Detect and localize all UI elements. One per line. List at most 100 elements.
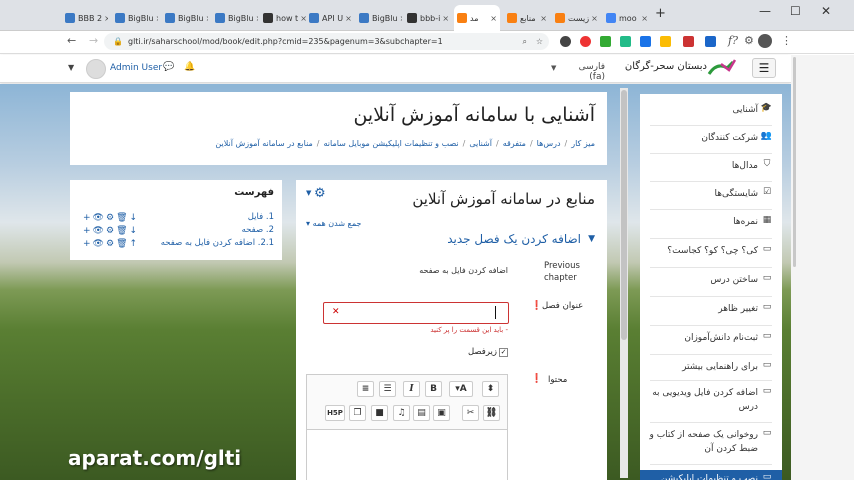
visibility-icon[interactable]: 👁 bbox=[93, 226, 104, 236]
breadcrumb-item[interactable]: درس‌ها bbox=[537, 139, 561, 148]
video-icon[interactable]: ■ bbox=[371, 405, 388, 421]
browser-tab[interactable]: BigBlu× bbox=[212, 7, 258, 29]
user-name[interactable]: Admin User bbox=[110, 63, 162, 73]
sidebar-item[interactable]: ▭ ساختن درس bbox=[642, 273, 772, 287]
browser-tab[interactable]: BigBlu× bbox=[112, 7, 158, 29]
tab-close-icon[interactable]: × bbox=[343, 14, 352, 23]
browser-tab[interactable]: bbb-i × bbox=[404, 7, 450, 29]
gear-chevron-icon[interactable]: ▼ bbox=[306, 189, 311, 197]
breadcrumb-item[interactable]: نصب و تنظیمات اپلیکیشن موبایل سامانه bbox=[323, 139, 458, 148]
language-chevron-icon[interactable]: ▼ bbox=[551, 64, 556, 72]
browser-tab[interactable]: BBB 2 × bbox=[62, 7, 108, 29]
maximize-icon[interactable]: ☐ bbox=[790, 4, 801, 18]
sidebar-item[interactable]: ▭ تغییر ظاهر bbox=[642, 302, 772, 316]
user-menu-chevron-icon[interactable]: ▼ bbox=[68, 63, 74, 72]
back-icon[interactable]: ← bbox=[67, 34, 76, 47]
bold-button[interactable]: B bbox=[425, 381, 442, 397]
edit-icon[interactable]: ⚙ bbox=[106, 226, 114, 236]
sidebar-item[interactable]: ▭ روخوانی یک صفحه از کتاب و ضبط کردن آن bbox=[642, 428, 772, 456]
text-color-button[interactable]: ▾A bbox=[449, 381, 473, 397]
extensions-puzzle-icon[interactable]: ⚙ bbox=[744, 34, 754, 47]
tab-close-icon[interactable]: × bbox=[398, 14, 402, 23]
browser-tab[interactable]: BigBlu× bbox=[356, 7, 402, 29]
delete-icon[interactable]: 🗑 bbox=[116, 213, 127, 223]
url-bar[interactable]: 🔒 glti.ir/saharschool/mod/book/edit.php?… bbox=[104, 33, 549, 50]
collapse-toolbar-icon[interactable]: ⬍ bbox=[482, 381, 499, 397]
language-selector[interactable]: فارسی (fa) bbox=[561, 62, 605, 82]
sidebar-item[interactable]: ▭ اضافه کردن فایل ویدیویی به درس bbox=[642, 386, 772, 414]
sidebar-item[interactable]: 🎓 آشنایی bbox=[642, 103, 772, 117]
breadcrumb-item[interactable]: متفرقه bbox=[503, 139, 526, 148]
page-scrollbar[interactable] bbox=[791, 55, 854, 480]
toc-item-label[interactable]: 2.1. اضافه کردن فایل به صفحه bbox=[161, 238, 274, 248]
formula-extension-icon[interactable]: f? bbox=[728, 34, 738, 47]
tab-close-icon[interactable]: × bbox=[298, 14, 306, 23]
microphone-icon[interactable]: ♫ bbox=[393, 405, 410, 421]
move-down-icon[interactable]: ↓ bbox=[130, 226, 138, 236]
tab-close-icon[interactable]: × bbox=[440, 14, 449, 23]
forward-icon[interactable]: → bbox=[89, 34, 98, 47]
search-icon[interactable]: ⌕ bbox=[523, 33, 527, 50]
notifications-icon[interactable]: 🔔 bbox=[184, 62, 195, 72]
section-chevron-icon[interactable]: ▼ bbox=[588, 234, 595, 244]
browser-tab[interactable]: منابع × bbox=[504, 7, 550, 29]
h5p-icon[interactable]: H5P bbox=[325, 405, 345, 421]
visibility-icon[interactable]: 👁 bbox=[93, 239, 104, 249]
tab-close-icon[interactable]: × bbox=[488, 14, 497, 23]
extension-icon[interactable] bbox=[640, 36, 651, 47]
star-icon[interactable]: ☆ bbox=[536, 33, 543, 50]
browser-tab[interactable]: how t × bbox=[260, 7, 306, 29]
chapter-title-input[interactable]: ✕ bbox=[323, 302, 509, 324]
tab-close-icon[interactable]: × bbox=[538, 14, 547, 23]
extension-icon[interactable] bbox=[600, 36, 611, 47]
extension-icon[interactable] bbox=[620, 36, 631, 47]
delete-icon[interactable]: 🗑 bbox=[116, 239, 127, 249]
drawer-toggle-button[interactable]: ☰ bbox=[752, 58, 776, 78]
messages-icon[interactable]: 💬 bbox=[163, 62, 174, 72]
profile-avatar[interactable] bbox=[758, 34, 772, 48]
move-up-icon[interactable]: ↑ bbox=[130, 239, 138, 249]
subchapter-checkbox[interactable]: ✓ bbox=[499, 348, 508, 357]
extension-icon[interactable] bbox=[683, 36, 694, 47]
italic-button[interactable]: I bbox=[403, 381, 420, 397]
sidebar-item[interactable]: ▭ نصب و تنظیمات اپلیکیشن bbox=[640, 470, 782, 480]
sidebar-item[interactable]: ☑ شایستگی‌ها bbox=[642, 187, 772, 201]
browser-tab[interactable]: BigBlu× bbox=[162, 7, 208, 29]
unlink-icon[interactable]: ✂ bbox=[462, 405, 479, 421]
breadcrumb-item[interactable]: میز کار bbox=[571, 139, 595, 148]
toc-item-label[interactable]: 2. صفحه bbox=[242, 225, 274, 235]
tab-close-icon[interactable]: × bbox=[102, 14, 108, 23]
delete-icon[interactable]: 🗑 bbox=[116, 226, 127, 236]
browser-tab[interactable]: API U × bbox=[306, 7, 352, 29]
browser-menu-icon[interactable]: ⋮ bbox=[781, 34, 792, 47]
sidebar-item[interactable]: ▦ نمره‌ها bbox=[642, 215, 772, 229]
edit-icon[interactable]: ⚙ bbox=[106, 213, 114, 223]
sidebar-item[interactable]: ▭ ثبت‌نام دانش‌آموزان bbox=[642, 331, 772, 345]
tab-close-icon[interactable]: × bbox=[254, 14, 258, 23]
tab-close-icon[interactable]: × bbox=[639, 14, 648, 23]
bullet-list-button[interactable]: ☰ bbox=[379, 381, 396, 397]
new-tab-button[interactable]: + bbox=[655, 6, 666, 21]
browser-tab[interactable]: مد × bbox=[454, 5, 500, 31]
close-window-icon[interactable]: ✕ bbox=[821, 4, 831, 18]
extension-icon[interactable] bbox=[580, 36, 591, 47]
breadcrumb-item[interactable]: آشنایی bbox=[469, 139, 492, 148]
file-icon[interactable]: ▤ bbox=[413, 405, 430, 421]
avatar[interactable] bbox=[86, 59, 106, 79]
image-icon[interactable]: ▣ bbox=[433, 405, 450, 421]
copy-icon[interactable]: ❐ bbox=[349, 405, 366, 421]
move-down-icon[interactable]: ↓ bbox=[130, 213, 138, 223]
sidebar-item[interactable]: 👥 شرکت کنندگان bbox=[642, 131, 772, 145]
breadcrumb-item[interactable]: منابع در سامانه آموزش آنلاین bbox=[215, 139, 312, 148]
sidebar-item[interactable]: ▭ برای راهنمایی بیشتر bbox=[642, 360, 772, 374]
add-icon[interactable]: + bbox=[83, 226, 91, 236]
edit-icon[interactable]: ⚙ bbox=[106, 239, 114, 249]
tab-close-icon[interactable]: × bbox=[589, 14, 598, 23]
site-name[interactable]: دبستان سحر-گرگان bbox=[612, 61, 707, 72]
extension-icon[interactable] bbox=[660, 36, 671, 47]
browser-tab[interactable]: moo × bbox=[603, 7, 651, 29]
tab-close-icon[interactable]: × bbox=[154, 14, 158, 23]
sidebar-item[interactable]: ⛉ مدال‌ها bbox=[642, 159, 772, 173]
visibility-icon[interactable]: 👁 bbox=[93, 213, 104, 223]
toc-item-label[interactable]: 1. فایل bbox=[248, 212, 274, 222]
